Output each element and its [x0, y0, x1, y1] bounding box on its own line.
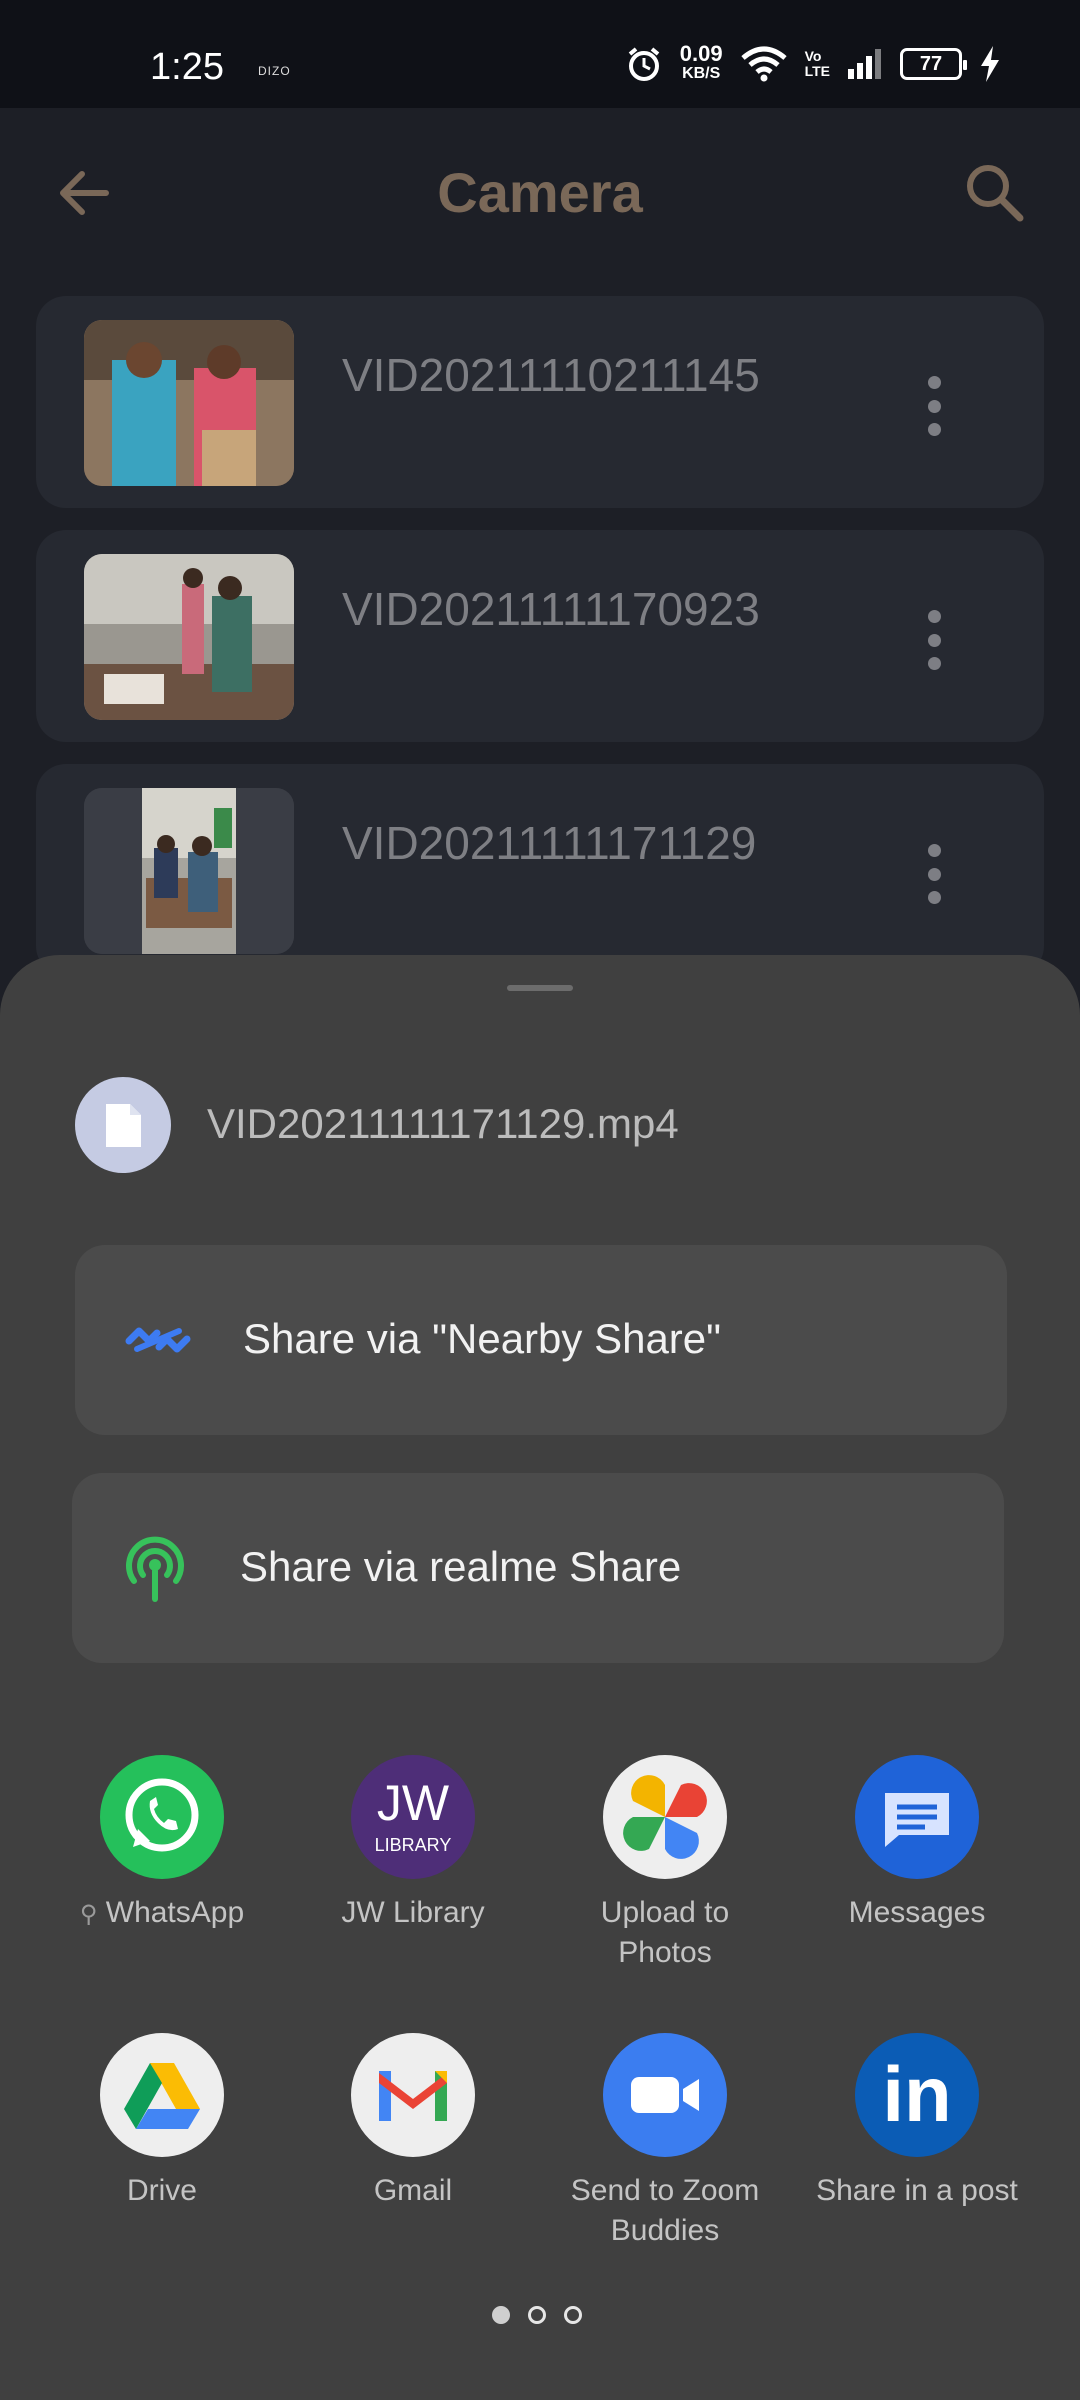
video-list-item[interactable]: VID20211111171129 — [36, 764, 1044, 976]
page-dot[interactable] — [528, 2306, 546, 2324]
alarm-icon — [628, 47, 660, 81]
shared-file-name: VID20211111171129.mp4 — [207, 1100, 679, 1147]
app-label: Gmail — [373, 2174, 453, 2207]
video-thumbnail — [84, 788, 294, 954]
nearby-share-button[interactable]: Share via "Nearby Share" — [75, 1245, 1007, 1435]
more-options-icon[interactable] — [924, 844, 944, 904]
status-time: 1:25 — [150, 46, 224, 88]
volte-top: Vo — [804, 48, 822, 64]
messages-icon — [855, 1755, 979, 1879]
video-thumbnail — [84, 554, 294, 720]
nearby-share-label: Share via "Nearby Share" — [243, 1315, 722, 1362]
status-brand: DIZO — [258, 64, 291, 78]
linkedin-icon: in — [855, 2033, 979, 2157]
video-list-item[interactable]: VID20211110211145 — [36, 296, 1044, 508]
share-target-whatsapp[interactable]: ⚲ WhatsApp — [36, 1755, 288, 1935]
status-bar: 1:25 DIZO 0.09 KB/S Vo LTE 77 — [0, 0, 1080, 108]
volte-indicator: Vo LTE — [805, 49, 830, 79]
share-sheet: VID20211111171129.mp4 Share via "Nearby … — [0, 955, 1080, 2400]
app-label: ⚲ WhatsApp — [79, 1896, 245, 1929]
share-target-messages[interactable]: Messages — [791, 1755, 1043, 1933]
share-target-drive[interactable]: Drive — [36, 2033, 288, 2211]
share-target-jw-library[interactable]: JW LIBRARY JW Library — [287, 1755, 539, 1933]
nearby-share-icon — [125, 1327, 191, 1353]
app-label: Upload to Photos — [600, 1896, 730, 1969]
app-label: Messages — [848, 1896, 986, 1929]
google-drive-icon — [100, 2033, 224, 2157]
video-thumbnail — [84, 320, 294, 486]
whatsapp-icon — [100, 1755, 224, 1879]
page-title: Camera — [437, 161, 643, 224]
video-name: VID20211111170923 — [342, 583, 760, 635]
jw-library-icon: JW LIBRARY — [351, 1755, 475, 1879]
share-target-google-photos[interactable]: Upload to Photos — [539, 1755, 791, 1973]
realme-share-label: Share via realme Share — [240, 1543, 682, 1590]
more-options-icon[interactable] — [924, 376, 944, 436]
share-target-zoom[interactable]: Send to Zoom Buddies — [539, 2033, 791, 2251]
app-label: Drive — [126, 2174, 197, 2207]
network-speed: 0.09 KB/S — [679, 41, 723, 84]
charging-icon — [981, 46, 999, 82]
network-speed-value: 0.09 — [679, 41, 723, 66]
gmail-icon — [351, 2033, 475, 2157]
linkedin-logo-text: in — [882, 2050, 952, 2138]
volte-bottom: LTE — [804, 63, 830, 79]
pin-icon: ⚲ — [79, 1901, 98, 1928]
video-list-item[interactable]: VID20211111170923 — [36, 530, 1044, 742]
status-icons: 0.09 KB/S Vo LTE 77 — [626, 41, 1000, 84]
wifi-icon — [740, 46, 787, 82]
app-label: Share in a post — [816, 2174, 1018, 2207]
google-photos-icon — [603, 1755, 727, 1879]
app-label: Send to Zoom Buddies — [570, 2174, 760, 2247]
file-icon — [75, 1077, 171, 1173]
search-icon[interactable] — [960, 158, 1030, 228]
signal-icon — [848, 49, 881, 79]
page-indicator — [492, 2306, 582, 2324]
realme-share-button[interactable]: Share via realme Share — [72, 1473, 1004, 1663]
battery-indicator: 77 — [900, 48, 967, 80]
top-app-bar: Camera — [0, 108, 1080, 278]
realme-share-icon — [126, 1536, 184, 1602]
jw-logo-subtext: LIBRARY — [374, 1835, 452, 1855]
app-label: JW Library — [341, 1896, 485, 1929]
video-name: VID20211111171129 — [342, 817, 757, 869]
video-name: VID20211110211145 — [342, 349, 760, 401]
drag-handle[interactable] — [507, 985, 573, 991]
battery-level: 77 — [919, 52, 943, 75]
zoom-icon — [603, 2033, 727, 2157]
share-target-gmail[interactable]: Gmail — [287, 2033, 539, 2211]
page-dot[interactable] — [564, 2306, 582, 2324]
share-target-linkedin[interactable]: in Share in a post — [791, 2033, 1043, 2211]
more-options-icon[interactable] — [924, 610, 944, 670]
jw-logo-text: JW — [376, 1775, 450, 1831]
network-speed-unit: KB/S — [682, 65, 721, 82]
page-dot-active[interactable] — [492, 2306, 510, 2324]
